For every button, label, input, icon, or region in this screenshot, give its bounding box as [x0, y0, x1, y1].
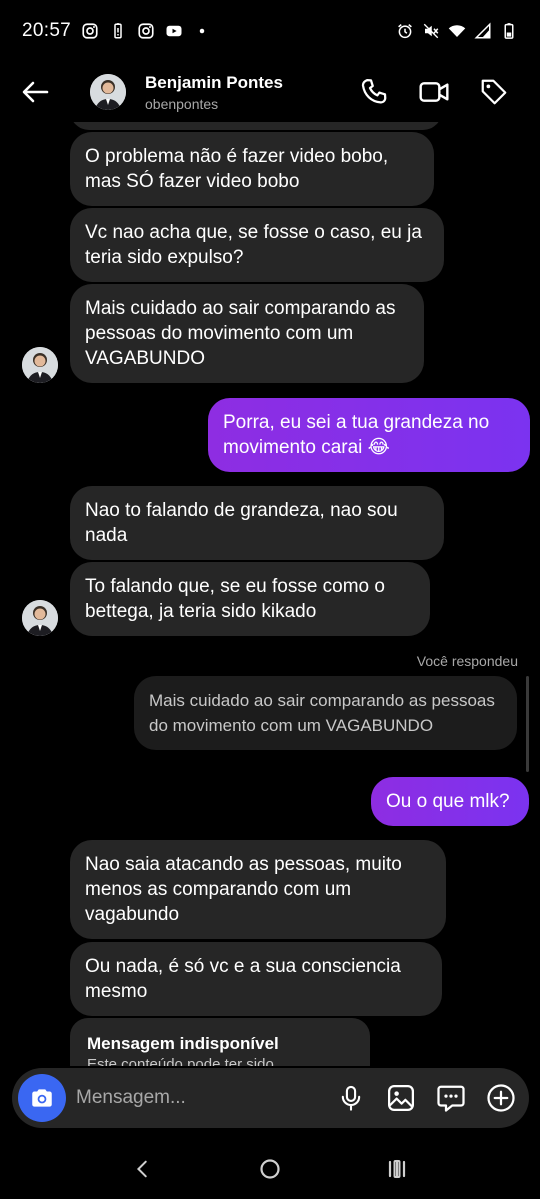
back-icon — [137, 1160, 148, 1178]
sticker-chat-icon — [437, 1085, 465, 1112]
alarm-icon — [396, 22, 414, 40]
message-bubble-received[interactable]: To falando que, se eu fosse como o bette… — [70, 562, 430, 636]
reply-indicator — [526, 676, 529, 772]
message-text: Nao saia atacando as pessoas, muito meno… — [85, 854, 402, 925]
message-text: Mais cuidado ao sair comparando as pesso… — [85, 298, 396, 369]
mute-icon — [422, 22, 440, 40]
profile-avatar[interactable] — [90, 74, 126, 110]
contact-info[interactable]: Benjamin Pontes obenpontes — [145, 73, 283, 112]
message-bubble-received[interactable]: Ou nada, é só vc e a sua consciencia mes… — [70, 942, 442, 1016]
gallery-icon — [388, 1085, 414, 1111]
back-arrow-icon — [22, 81, 49, 103]
message-bubble-received[interactable]: Vc nao acha que, se fosse o caso, eu ja … — [70, 208, 444, 282]
sender-avatar[interactable] — [22, 347, 58, 383]
camera-button[interactable] — [18, 1074, 66, 1122]
message-bubble-partial[interactable] — [70, 122, 442, 130]
composer-actions — [333, 1080, 519, 1116]
plus-circle-icon — [487, 1084, 515, 1112]
message-text: Ou nada, é só vc e a sua consciencia mes… — [85, 956, 401, 1002]
message-bubble-received[interactable]: Mais cuidado ao sair comparando as pesso… — [70, 284, 424, 383]
sticker-button[interactable] — [433, 1080, 469, 1116]
message-text: O problema não é fazer video bobo, mas S… — [85, 146, 389, 192]
video-call-button[interactable] — [414, 72, 454, 112]
message-text: Porra, eu sei a tua grandeza no moviment… — [223, 412, 490, 458]
message-bubble-received[interactable]: O problema não é fazer video bobo, mas S… — [70, 132, 434, 206]
instagram-icon — [137, 22, 155, 40]
camera-icon — [32, 1089, 52, 1107]
message-text: Ou o que mlk? — [386, 791, 510, 812]
dot-icon — [193, 22, 211, 40]
message-thread[interactable]: O problema não é fazer video bobo, mas S… — [0, 122, 540, 1066]
status-bar: 20:57 — [0, 0, 540, 62]
quoted-text: Mais cuidado ao sair comparando as pesso… — [149, 691, 495, 735]
message-text: Vc nao acha que, se fosse o caso, eu ja … — [85, 222, 422, 268]
reply-label: Você respondeu — [416, 653, 518, 669]
message-bubble-sent[interactable]: Ou o que mlk? — [371, 777, 529, 826]
chat-header: Benjamin Pontes obenpontes — [0, 62, 540, 122]
message-bubble-sent[interactable]: Porra, eu sei a tua grandeza no moviment… — [208, 398, 530, 472]
header-actions — [354, 72, 540, 112]
reply-quote[interactable]: Mais cuidado ao sair comparando as pesso… — [134, 676, 517, 750]
battery-icon — [500, 22, 518, 40]
microphone-icon — [341, 1085, 361, 1111]
message-composer — [12, 1068, 529, 1128]
gallery-button[interactable] — [383, 1080, 419, 1116]
voice-message-button[interactable] — [333, 1080, 369, 1116]
unavailable-message[interactable]: Mensagem indisponível Este conteúdo pode… — [70, 1018, 370, 1066]
notification-icons — [81, 22, 211, 40]
message-text: To falando que, se eu fosse como o bette… — [85, 576, 385, 622]
audio-call-button[interactable] — [354, 72, 394, 112]
label-button[interactable] — [474, 72, 514, 112]
status-time: 20:57 — [22, 20, 72, 41]
nav-back-button[interactable] — [119, 1145, 167, 1193]
youtube-icon — [165, 22, 183, 40]
home-icon — [260, 1159, 280, 1179]
recents-icon — [388, 1159, 405, 1179]
phone-icon — [361, 79, 387, 104]
contact-username: obenpontes — [145, 95, 219, 112]
back-button[interactable] — [0, 62, 70, 122]
nav-home-button[interactable] — [246, 1145, 294, 1193]
nav-recents-button[interactable] — [373, 1145, 421, 1193]
battery-saver-icon — [109, 22, 127, 40]
sender-avatar[interactable] — [22, 600, 58, 636]
unavailable-subtitle: Este conteúdo pode ter sido — [87, 1056, 274, 1066]
system-nav-bar — [0, 1139, 540, 1199]
instagram-icon — [81, 22, 99, 40]
tag-icon — [481, 79, 507, 105]
more-options-button[interactable] — [483, 1080, 519, 1116]
message-input[interactable] — [76, 1087, 333, 1109]
wifi-icon — [448, 22, 466, 40]
message-bubble-received[interactable]: Nao to falando de grandeza, nao sou nada — [70, 486, 444, 560]
system-icons — [396, 22, 518, 40]
contact-name: Benjamin Pontes — [145, 72, 283, 92]
signal-icon — [474, 22, 492, 40]
video-camera-icon — [419, 82, 449, 102]
message-bubble-received[interactable]: Nao saia atacando as pessoas, muito meno… — [70, 840, 446, 939]
unavailable-title: Mensagem indisponível — [87, 1034, 279, 1053]
message-text: Nao to falando de grandeza, nao sou nada — [85, 500, 398, 546]
